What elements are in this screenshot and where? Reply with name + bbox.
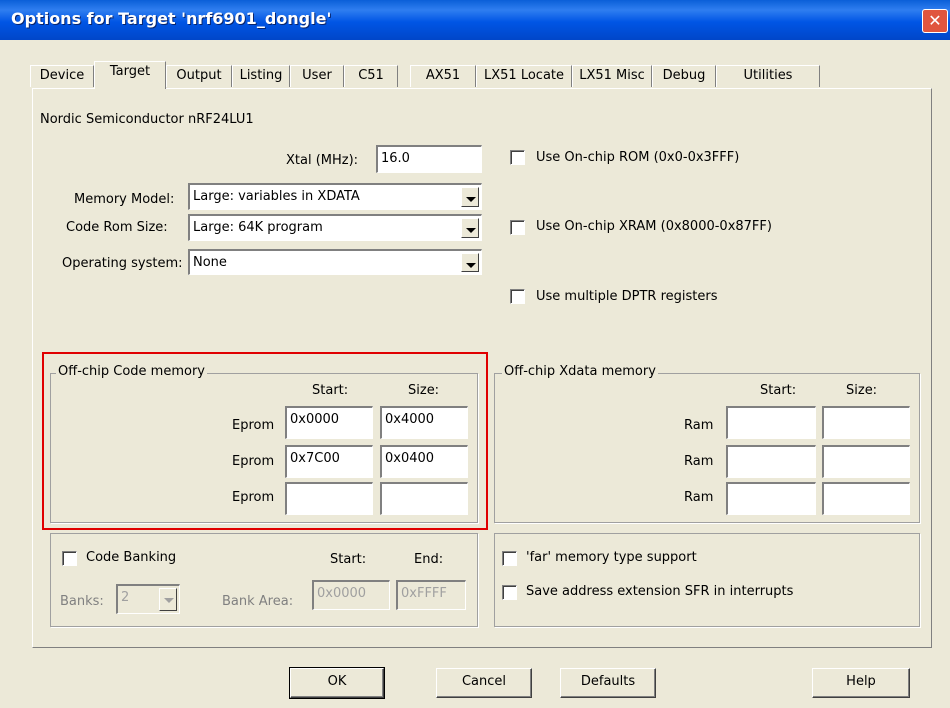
operating-system-label: Operating system: bbox=[62, 256, 183, 271]
device-name: Nordic Semiconductor nRF24LU1 bbox=[40, 112, 254, 127]
chevron-down-icon[interactable] bbox=[461, 253, 479, 272]
chevron-down-icon[interactable] bbox=[461, 218, 479, 238]
tab-c51[interactable]: C51 bbox=[344, 65, 398, 87]
banks-select: 2 bbox=[116, 584, 180, 614]
options-dialog: Options for Target 'nrf6901_dongle' ✕ De… bbox=[0, 0, 950, 708]
highlight-box bbox=[42, 352, 488, 530]
title-bar[interactable]: Options for Target 'nrf6901_dongle' ✕ bbox=[0, 0, 950, 40]
bank-area-start-input: 0x0000 bbox=[312, 580, 390, 610]
code-rom-size-select[interactable]: Large: 64K program bbox=[188, 214, 482, 241]
memory-model-select[interactable]: Large: variables in XDATA bbox=[188, 183, 482, 210]
chevron-down-icon[interactable] bbox=[461, 187, 479, 207]
save-sfr-checkbox[interactable] bbox=[502, 585, 517, 600]
code-rom-size-label: Code Rom Size: bbox=[66, 220, 168, 235]
operating-system-select[interactable]: None bbox=[188, 249, 482, 275]
window-title: Options for Target 'nrf6901_dongle' bbox=[11, 9, 332, 28]
onchip-rom-checkbox[interactable] bbox=[510, 150, 525, 165]
onchip-xram-checkbox[interactable] bbox=[510, 220, 525, 235]
xtal-input[interactable]: 16.0 bbox=[376, 145, 482, 173]
tab-target[interactable]: Target bbox=[94, 61, 166, 89]
ram-start-input[interactable] bbox=[726, 406, 816, 439]
tab-user[interactable]: User bbox=[290, 65, 344, 87]
close-icon[interactable]: ✕ bbox=[922, 9, 948, 33]
ok-button[interactable]: OK bbox=[289, 667, 385, 699]
ram-size-input[interactable] bbox=[822, 406, 910, 439]
save-sfr-label: Save address extension SFR in interrupts bbox=[526, 584, 794, 599]
memory-model-label: Memory Model: bbox=[74, 192, 175, 207]
tab-lx51-misc[interactable]: LX51 Misc bbox=[572, 65, 652, 87]
code-banking-label: Code Banking bbox=[86, 550, 177, 565]
ram-start-input[interactable] bbox=[726, 482, 816, 515]
onchip-xram-label: Use On-chip XRAM (0x8000-0x87FF) bbox=[536, 219, 772, 234]
operating-system-value: None bbox=[193, 255, 227, 270]
multiple-dptr-label: Use multiple DPTR registers bbox=[536, 289, 718, 304]
offchip-xdata-title: Off-chip Xdata memory bbox=[502, 364, 658, 379]
ram-start-input[interactable] bbox=[726, 445, 816, 478]
bank-area-label: Bank Area: bbox=[222, 594, 294, 609]
offchip-xdata-start-header: Start: bbox=[760, 383, 797, 398]
tab-listing[interactable]: Listing bbox=[232, 65, 290, 87]
xtal-label: Xtal (MHz): bbox=[286, 153, 359, 168]
far-memory-group bbox=[494, 533, 920, 627]
far-support-checkbox[interactable] bbox=[502, 551, 517, 566]
code-banking-checkbox[interactable] bbox=[62, 551, 77, 566]
ram-label: Ram bbox=[684, 490, 714, 505]
far-support-label: 'far' memory type support bbox=[526, 550, 697, 565]
ram-label: Ram bbox=[684, 454, 714, 469]
help-button[interactable]: Help bbox=[812, 668, 910, 698]
bank-start-header: Start: bbox=[330, 552, 367, 567]
tab-utilities[interactable]: Utilities bbox=[716, 65, 820, 87]
tab-lx51-locate[interactable]: LX51 Locate bbox=[476, 65, 572, 87]
bank-area-end-input: 0xFFFF bbox=[396, 580, 466, 610]
tab-ax51[interactable]: AX51 bbox=[410, 65, 476, 87]
tab-device[interactable]: Device bbox=[30, 65, 94, 87]
code-rom-size-value: Large: 64K program bbox=[193, 220, 323, 235]
banks-value: 2 bbox=[121, 590, 130, 605]
multiple-dptr-checkbox[interactable] bbox=[510, 289, 525, 304]
ram-size-input[interactable] bbox=[822, 482, 910, 515]
bank-end-header: End: bbox=[414, 552, 444, 567]
tab-output[interactable]: Output bbox=[166, 65, 232, 87]
chevron-down-icon bbox=[159, 588, 177, 611]
cancel-button[interactable]: Cancel bbox=[436, 668, 532, 698]
defaults-button[interactable]: Defaults bbox=[560, 668, 656, 698]
ram-label: Ram bbox=[684, 418, 714, 433]
offchip-xdata-size-header: Size: bbox=[846, 383, 878, 398]
ram-size-input[interactable] bbox=[822, 445, 910, 478]
banks-label: Banks: bbox=[60, 594, 104, 609]
tab-debug[interactable]: Debug bbox=[652, 65, 716, 87]
onchip-rom-label: Use On-chip ROM (0x0-0x3FFF) bbox=[536, 150, 740, 165]
memory-model-value: Large: variables in XDATA bbox=[193, 189, 360, 204]
